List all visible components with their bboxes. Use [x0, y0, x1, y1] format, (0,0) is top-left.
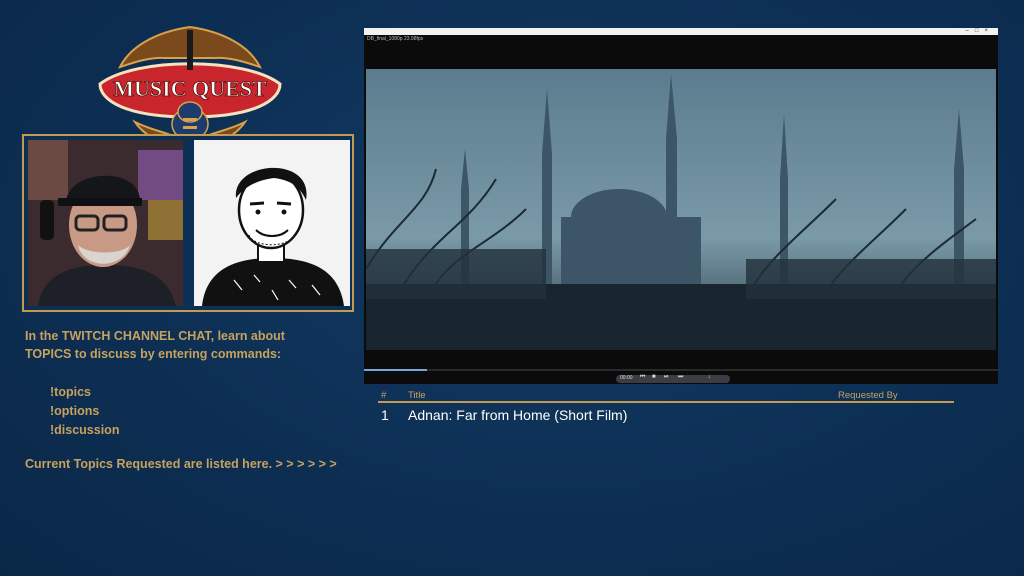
player-titlebar: –□×: [364, 28, 998, 35]
webcam-panel: [22, 134, 354, 312]
header-requested-by: Requested By: [838, 390, 898, 401]
time-display: 00:00: [620, 375, 633, 381]
cartoon-avatar: [194, 140, 350, 306]
chat-instructions: In the TWITCH CHANNEL CHAT, learn about …: [25, 327, 355, 363]
command-topics: !topics: [50, 385, 91, 399]
player-window-title: DB_final_1080p 23.98fps: [367, 36, 424, 42]
command-list: !topics !options !discussion: [50, 383, 119, 440]
current-topics-note: Current Topics Requested are listed here…: [25, 457, 337, 471]
instructions-line-1: In the TWITCH CHANNEL CHAT, learn about: [25, 329, 285, 343]
playback-controls: 00:00 ⏮ ■ ⏯ ⏭ ♩: [616, 374, 730, 383]
progress-fill: [364, 369, 428, 371]
video-frame[interactable]: [366, 69, 996, 350]
play-pause-icon[interactable]: ⏯: [664, 374, 669, 381]
volume-icon[interactable]: ♩: [708, 374, 714, 380]
video-player-window: –□× DB_final_1080p 23.98fps 00:00 ⏮ ■ ⏯ …: [364, 28, 998, 384]
stop-icon[interactable]: ■: [652, 374, 656, 380]
music-quest-logo: MUSIC QUEST: [95, 22, 285, 152]
instructions-line-2: TOPICS to discuss by entering commands:: [25, 347, 282, 361]
header-title: Title: [408, 390, 426, 401]
topic-queue-table: # Title Requested By 1 Adnan: Far from H…: [378, 388, 954, 425]
next-icon[interactable]: ⏭: [678, 374, 683, 381]
window-controls[interactable]: –□×: [966, 28, 994, 34]
table-row[interactable]: 1 Adnan: Far from Home (Short Film): [378, 403, 954, 425]
queue-header: # Title Requested By: [378, 388, 954, 403]
row-title: Adnan: Far from Home (Short Film): [408, 407, 628, 423]
playback-progress-bar[interactable]: [364, 369, 998, 371]
command-options: !options: [50, 404, 100, 418]
host-webcam: [28, 140, 183, 306]
header-number: #: [381, 390, 387, 401]
command-discussion: !discussion: [50, 423, 120, 437]
logo-text: MUSIC QUEST: [113, 76, 267, 101]
previous-icon[interactable]: ⏮: [640, 374, 645, 381]
row-number: 1: [381, 407, 389, 423]
